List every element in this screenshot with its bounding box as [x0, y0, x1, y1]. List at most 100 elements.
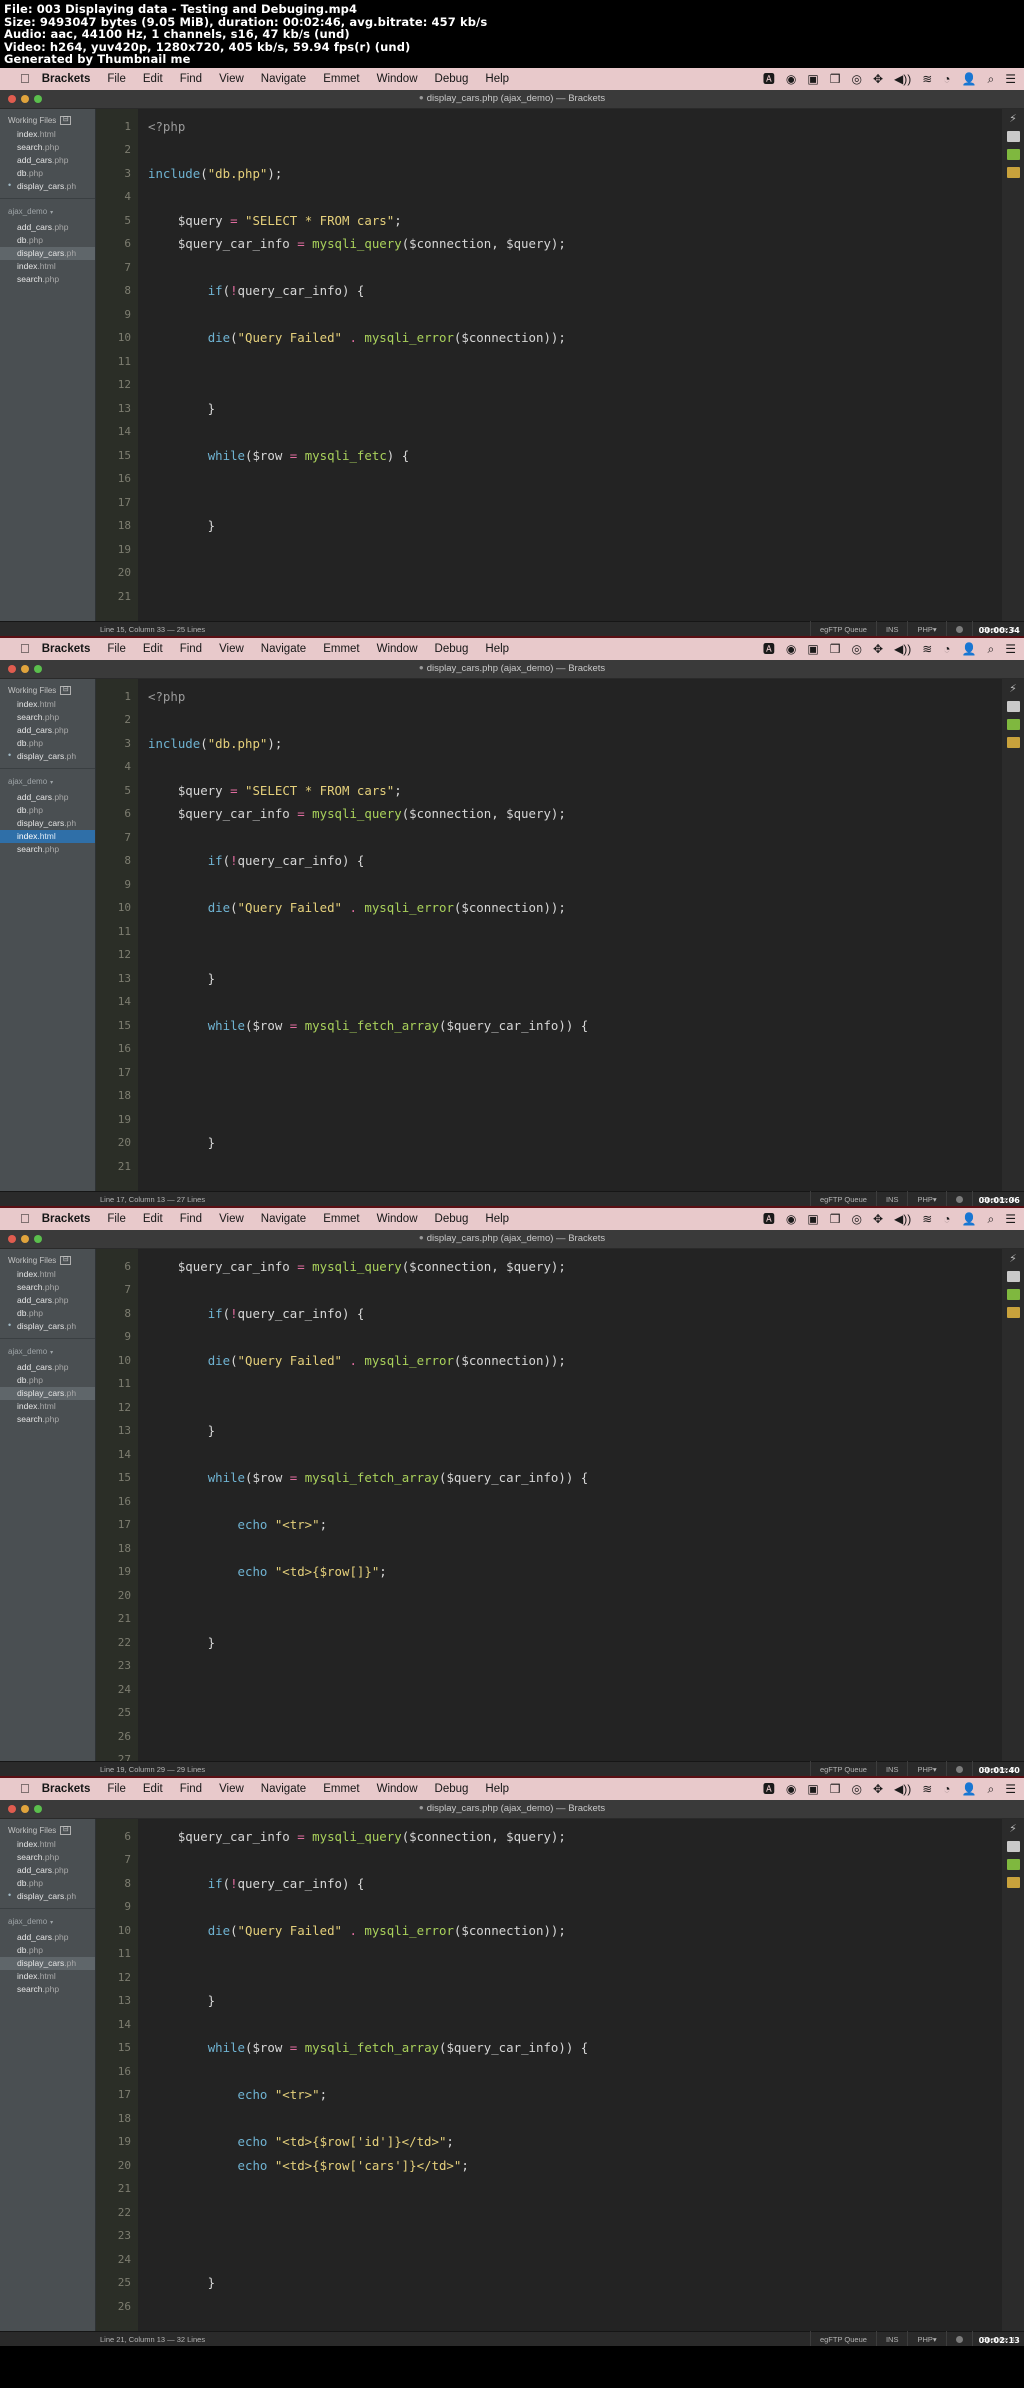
project-file-item[interactable]: db.php — [0, 1374, 95, 1387]
code-line[interactable] — [148, 1155, 1002, 1179]
menu-item-help[interactable]: Help — [485, 73, 509, 85]
code-line[interactable] — [148, 873, 1002, 897]
code-editor[interactable]: 1 2 3 4 5 6 7 8 9 10 11 12 13 14 15 16 17 18 19 20 21 <?php i… — [96, 678, 1024, 1191]
code-line[interactable]: <?php — [148, 685, 1002, 709]
minimize-window-button[interactable] — [21, 1234, 29, 1243]
code-line[interactable] — [148, 2107, 1002, 2131]
code-line[interactable] — [148, 1895, 1002, 1919]
code-content[interactable]: $query_car_info = mysqli_query($connecti… — [138, 1819, 1002, 2331]
project-file-item[interactable]: display_cars.ph — [0, 1386, 95, 1400]
adobe-icon[interactable]: 🅰 — [763, 1783, 775, 1795]
code-content[interactable]: $query_car_info = mysqli_query($connecti… — [138, 1249, 1002, 1761]
code-line[interactable] — [148, 2201, 1002, 2225]
code-editor[interactable]: 6 7 8 9 10 11 12 13 14 15 16 17 18 19 20 21 22 23 24 25 26 $… — [96, 1818, 1024, 2331]
code-line[interactable] — [148, 1325, 1002, 1349]
code-line[interactable] — [148, 1701, 1002, 1725]
menu-item-emmet[interactable]: Emmet — [323, 643, 359, 655]
code-content[interactable]: <?php include("db.php"); $query = "SELEC… — [138, 109, 1002, 621]
close-window-button[interactable] — [8, 1804, 16, 1813]
menu-item-emmet[interactable]: Emmet — [323, 1783, 359, 1795]
language-selector[interactable]: PHP ▾ — [907, 1761, 945, 1776]
working-file-item[interactable]: db.php — [0, 1307, 95, 1320]
linting-status-icon[interactable] — [945, 621, 972, 636]
code-line[interactable]: $query = "SELECT * FROM cars"; — [148, 779, 1002, 803]
dropbox-icon[interactable]: ❒ — [830, 1213, 841, 1225]
insert-mode-indicator[interactable]: INS — [875, 2331, 908, 2346]
working-files-toggle-icon[interactable]: ⊟ — [60, 685, 72, 695]
code-line[interactable] — [148, 1372, 1002, 1396]
working-file-item[interactable]: add_cars.php — [0, 724, 95, 737]
user-icon[interactable]: 👤 — [962, 1783, 977, 1795]
project-header[interactable]: ajax_demo ▾ — [0, 1909, 95, 1931]
volume-icon[interactable]: ◀)) — [894, 1783, 911, 1795]
code-line[interactable] — [148, 1537, 1002, 1561]
window-title-bar[interactable]: ● display_cars.php (ajax_demo) — Brackets — [0, 659, 1024, 679]
code-line[interactable] — [148, 755, 1002, 779]
code-line[interactable] — [148, 2177, 1002, 2201]
ftp-panel-icon[interactable] — [1006, 1306, 1020, 1318]
timemachine-icon[interactable]: ◔ — [943, 73, 950, 85]
linting-status-icon[interactable] — [945, 1761, 972, 1776]
code-line[interactable]: $query_car_info = mysqli_query($connecti… — [148, 1255, 1002, 1279]
code-line[interactable]: echo "<td>{$row['cars']}</td>"; — [148, 2154, 1002, 2178]
code-editor[interactable]: 1 2 3 4 5 6 7 8 9 10 11 12 13 14 15 16 17 18 19 20 21 <?php i… — [96, 108, 1024, 621]
code-line[interactable] — [148, 1278, 1002, 1302]
spotlight-search-icon[interactable]: ⌕ — [988, 643, 995, 655]
dropbox-icon[interactable]: ❒ — [830, 643, 841, 655]
project-file-item[interactable]: index.html — [0, 1400, 95, 1413]
code-line[interactable]: } — [148, 397, 1002, 421]
code-line[interactable] — [148, 990, 1002, 1014]
menu-item-emmet[interactable]: Emmet — [323, 73, 359, 85]
spotlight-search-icon[interactable]: ⌕ — [988, 1783, 995, 1795]
working-file-item[interactable]: db.php — [0, 1877, 95, 1890]
code-line[interactable] — [148, 303, 1002, 327]
menu-item-help[interactable]: Help — [485, 1213, 509, 1225]
menu-item-edit[interactable]: Edit — [143, 73, 163, 85]
project-header[interactable]: ajax_demo ▾ — [0, 199, 95, 221]
dropbox-icon[interactable]: ❒ — [830, 1783, 841, 1795]
menu-item-view[interactable]: View — [219, 73, 244, 85]
code-line[interactable]: } — [148, 1419, 1002, 1443]
code-line[interactable] — [148, 1748, 1002, 1761]
dropbox-icon[interactable]: ❒ — [830, 73, 841, 85]
menu-item-emmet[interactable]: Emmet — [323, 1213, 359, 1225]
working-file-item[interactable]: add_cars.php — [0, 1294, 95, 1307]
wifi-icon[interactable]: ≋ — [922, 1783, 932, 1795]
code-line[interactable]: die("Query Failed" . mysqli_error($conne… — [148, 326, 1002, 350]
git-panel-icon[interactable] — [1006, 1288, 1020, 1300]
linting-status-icon[interactable] — [945, 2331, 972, 2346]
project-file-item[interactable]: add_cars.php — [0, 791, 95, 804]
project-file-item[interactable]: display_cars.ph — [0, 246, 95, 260]
menu-item-find[interactable]: Find — [180, 73, 202, 85]
ftp-panel-icon[interactable] — [1006, 736, 1020, 748]
code-line[interactable] — [148, 1037, 1002, 1061]
timemachine-icon[interactable]: ◔ — [943, 1213, 950, 1225]
timemachine-icon[interactable]: ◔ — [943, 1783, 950, 1795]
working-files-toggle-icon[interactable]: ⊟ — [60, 1255, 72, 1265]
minimize-window-button[interactable] — [21, 94, 29, 103]
ftp-panel-icon[interactable] — [1006, 1876, 1020, 1888]
close-window-button[interactable] — [8, 1234, 16, 1243]
code-line[interactable] — [148, 420, 1002, 444]
menu-item-navigate[interactable]: Navigate — [261, 643, 306, 655]
apple-logo-icon[interactable]:  — [20, 1782, 30, 1795]
window-title-bar[interactable]: ● display_cars.php (ajax_demo) — Brackets — [0, 1799, 1024, 1819]
code-line[interactable] — [148, 1396, 1002, 1420]
project-file-item[interactable]: search.php — [0, 1413, 95, 1426]
code-line[interactable] — [148, 1584, 1002, 1608]
egftp-queue-button[interactable]: egFTP Queue — [809, 621, 876, 636]
live-preview-icon[interactable]: ⚡ — [1007, 1253, 1020, 1264]
minimize-window-button[interactable] — [21, 664, 29, 673]
code-line[interactable]: echo "<td>{$row[]}"; — [148, 1560, 1002, 1584]
menu-item-file[interactable]: File — [107, 643, 126, 655]
insert-mode-indicator[interactable]: INS — [875, 1191, 908, 1206]
maximize-window-button[interactable] — [34, 1804, 42, 1813]
code-line[interactable] — [148, 2060, 1002, 2084]
menu-item-debug[interactable]: Debug — [435, 643, 469, 655]
working-file-item[interactable]: search.php — [0, 141, 95, 154]
code-line[interactable] — [148, 826, 1002, 850]
working-file-item[interactable]: index.html — [0, 1838, 95, 1851]
language-selector[interactable]: PHP ▾ — [907, 621, 945, 636]
code-line[interactable]: if(!query_car_info) { — [148, 1872, 1002, 1896]
code-line[interactable]: <?php — [148, 115, 1002, 139]
